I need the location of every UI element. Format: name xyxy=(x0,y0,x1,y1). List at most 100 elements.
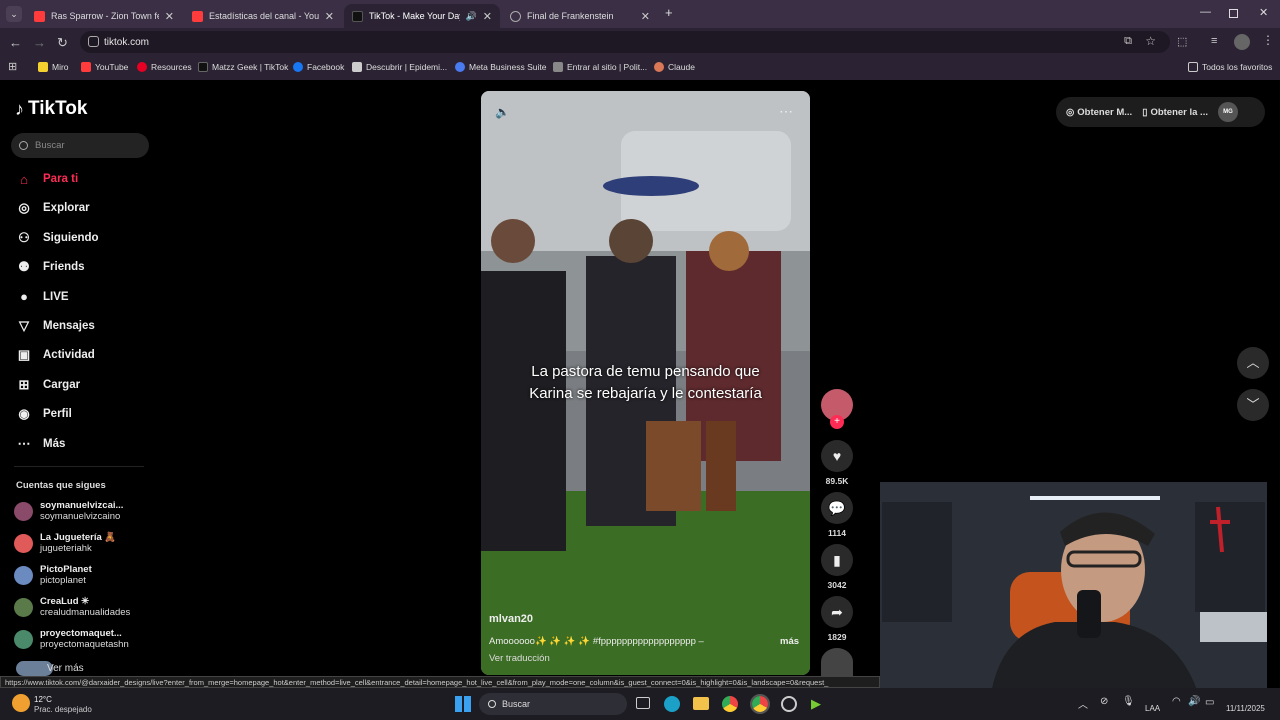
following-account[interactable]: proyectomaquet... proyectomaquetashn xyxy=(14,628,129,650)
close-icon[interactable]: ✕ xyxy=(483,10,492,23)
chrome-icon[interactable] xyxy=(722,696,738,712)
get-coins-button[interactable]: ◎ Obtener M... xyxy=(1066,107,1132,118)
nav-item-messages[interactable]: ▽ Mensajes xyxy=(16,318,95,334)
bookmark-label: Claude xyxy=(668,62,695,72)
volume-tray-icon[interactable]: 🔊 xyxy=(1188,696,1200,707)
apps-grid-icon[interactable]: ⊞ xyxy=(8,60,17,73)
restore-icon[interactable] xyxy=(1229,9,1238,18)
bookmark-politica[interactable]: Entrar al sitio | Polit... xyxy=(553,62,647,72)
tray-chevron-icon[interactable]: ︿ xyxy=(1078,696,1088,711)
nav-item-home[interactable]: ⌂ Para ti xyxy=(16,171,78,187)
nav-item-friends[interactable]: ⚉ Friends xyxy=(16,259,84,275)
account-name: soymanuelvizcai... xyxy=(40,500,124,511)
see-more-link[interactable]: Ver más xyxy=(16,661,84,676)
avatar xyxy=(14,501,33,521)
globe-favicon-icon xyxy=(510,10,521,22)
tab-1[interactable]: Estadísticas del canal - YouTube ✕ xyxy=(184,4,342,28)
bookmark-tiktok[interactable]: Matzz Geek | TikTok xyxy=(198,62,288,72)
speaker-icon[interactable]: 🔊 xyxy=(466,11,477,22)
kebab-menu-icon[interactable]: ⋮ xyxy=(1262,33,1274,47)
nav-item-profile[interactable]: ◉ Perfil xyxy=(16,406,71,422)
forward-icon[interactable]: → xyxy=(33,35,46,50)
search-input[interactable]: Buscar xyxy=(11,133,149,158)
profile-avatar[interactable]: MG xyxy=(1217,102,1238,122)
bookmark-button[interactable]: ▮ 3042 xyxy=(821,544,853,590)
microphone-icon[interactable]: 🎙 xyxy=(1122,696,1135,707)
tab-3[interactable]: Final de Frankenstein ✕ xyxy=(502,4,658,28)
tab-2[interactable]: TikTok - Make Your Day 🔊 ✕ xyxy=(344,4,500,28)
url-field[interactable]: tiktok.com ⧉ ☆ xyxy=(80,31,1170,53)
minimize-icon[interactable]: — xyxy=(1200,6,1211,18)
chrome-profile-icon[interactable] xyxy=(750,694,770,714)
avatar[interactable] xyxy=(1234,34,1250,50)
media-app-icon[interactable]: ▶ xyxy=(811,696,821,712)
coin-icon: ◎ xyxy=(1066,106,1075,118)
close-icon[interactable]: ✕ xyxy=(165,10,174,23)
close-window-icon[interactable]: ✕ xyxy=(1259,6,1268,19)
network-icon[interactable]: ⊘ xyxy=(1100,696,1108,707)
app-icon[interactable] xyxy=(781,696,797,712)
video-author[interactable]: mlvan20 xyxy=(489,613,533,625)
nav-item-live[interactable]: ● LIVE xyxy=(16,289,69,305)
music-disc-icon[interactable] xyxy=(821,648,853,676)
get-app-button[interactable]: ▯ Obtener la ... xyxy=(1142,107,1208,118)
bookmark-descubrir[interactable]: Descubrir | Epidemi... xyxy=(352,62,447,72)
video-player[interactable]: 🔈 ⋯ La pastora de temu pensando que Kari… xyxy=(481,91,810,675)
media-icon[interactable]: ≡ xyxy=(1211,35,1217,47)
following-account[interactable]: soymanuelvizcai... soymanuelvizcaino xyxy=(14,500,123,522)
volume-icon[interactable]: 🔈 xyxy=(495,105,510,119)
nav-item-compass[interactable]: ◎ Explorar xyxy=(16,200,89,216)
bookmark-facebook[interactable]: Facebook xyxy=(293,62,344,72)
close-icon[interactable]: ✕ xyxy=(641,10,650,23)
following-account[interactable]: La Juguetería 🧸 jugueteriahk xyxy=(14,532,116,554)
tab-title: Final de Frankenstein xyxy=(527,11,614,21)
more-icon: ⋯ xyxy=(17,435,31,451)
file-explorer-icon[interactable] xyxy=(693,697,709,710)
language-indicator[interactable]: LAA xyxy=(1145,704,1160,713)
task-view-icon[interactable] xyxy=(636,697,650,709)
star-icon[interactable]: ☆ xyxy=(1145,34,1156,48)
profile-icon: ◉ xyxy=(18,406,30,422)
weather-icon[interactable] xyxy=(12,694,30,712)
windows-start-icon[interactable] xyxy=(455,696,471,712)
nav-item-activity[interactable]: ▣ Actividad xyxy=(16,347,95,363)
translate-link[interactable]: Ver traducción xyxy=(489,653,550,664)
next-video-button[interactable]: ﹀ xyxy=(1237,389,1269,421)
bookmark-resources[interactable]: Resources xyxy=(137,62,192,72)
previous-video-button[interactable]: ︿ xyxy=(1237,347,1269,379)
cast-icon[interactable]: ⧉ xyxy=(1124,35,1132,48)
nav-item-upload[interactable]: ⊞ Cargar xyxy=(16,377,81,393)
reload-icon[interactable]: ↻ xyxy=(57,35,68,51)
battery-icon[interactable]: ▭ xyxy=(1205,697,1214,708)
all-bookmarks[interactable]: Todos los favoritos xyxy=(1188,62,1272,72)
new-tab-icon[interactable]: + xyxy=(665,5,673,20)
share-button[interactable]: ➦ 1829 xyxy=(821,596,853,642)
following-account[interactable]: PictoPlanet pictoplanet xyxy=(14,564,92,586)
bookmark-youtube[interactable]: YouTube xyxy=(81,62,128,72)
nav-item-following[interactable]: ⚇ Siguiendo xyxy=(16,230,98,246)
follow-plus-icon[interactable]: + xyxy=(830,415,844,429)
extensions-icon[interactable]: ⬚ xyxy=(1177,35,1187,48)
wifi-icon[interactable]: ◠ xyxy=(1172,696,1181,707)
caption-line-2: Karina se rebajaría y le contestaría xyxy=(529,385,762,402)
bookmark-meta[interactable]: Meta Business Suite xyxy=(455,62,546,72)
more-link[interactable]: más xyxy=(780,636,799,647)
clock-date[interactable]: 11/11/2025 xyxy=(1226,704,1265,713)
tab-list-icon[interactable]: ⌄ xyxy=(6,6,22,22)
edge-icon[interactable] xyxy=(664,696,680,712)
site-info-icon[interactable] xyxy=(88,36,99,47)
bookmark-claude[interactable]: Claude xyxy=(654,62,695,72)
tiktok-logo[interactable]: ♪ TikTok xyxy=(15,98,87,120)
nav-item-more[interactable]: ⋯ Más xyxy=(16,435,66,452)
claude-icon xyxy=(654,62,664,72)
search-placeholder: Buscar xyxy=(35,140,65,151)
back-icon[interactable]: ← xyxy=(9,35,22,50)
following-account[interactable]: CreaLud ✳ crealudmanualidades xyxy=(14,596,130,618)
like-button[interactable]: ♥ 89.5K xyxy=(821,440,853,486)
bookmark-miro[interactable]: Miro xyxy=(38,62,69,72)
close-icon[interactable]: ✕ xyxy=(325,10,334,23)
tab-0[interactable]: Ras Sparrow - Zion Town feat. (✕ xyxy=(26,4,182,28)
comment-button[interactable]: 💬 1114 xyxy=(821,492,853,538)
more-options-icon[interactable]: ⋯ xyxy=(779,103,793,120)
taskbar-search[interactable]: Buscar xyxy=(479,693,627,715)
